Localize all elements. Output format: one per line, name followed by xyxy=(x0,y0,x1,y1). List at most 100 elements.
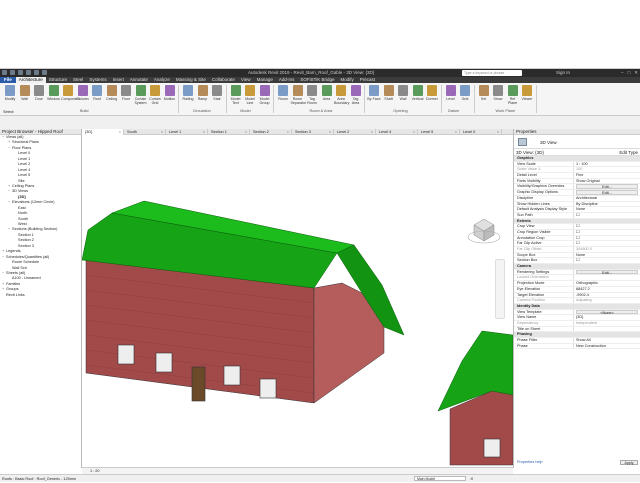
ribbon-button[interactable]: Wall xyxy=(396,85,410,101)
ribbon-button[interactable]: Floor xyxy=(119,85,133,101)
ribbon-button[interactable]: Window xyxy=(47,85,61,101)
sign-in-link[interactable]: Sign In xyxy=(556,70,570,75)
property-edit-button[interactable]: Edit... xyxy=(576,184,638,189)
app-menu-icon[interactable] xyxy=(2,70,7,75)
save-icon[interactable] xyxy=(18,70,23,75)
ribbon-button[interactable]: Model Group xyxy=(258,85,272,105)
ribbon-button[interactable]: By Face xyxy=(367,85,381,101)
open-icon[interactable] xyxy=(10,70,15,75)
undo-icon[interactable] xyxy=(26,70,31,75)
property-value[interactable] xyxy=(574,327,640,332)
maximize-icon[interactable]: □ xyxy=(628,70,631,76)
ribbon-button[interactable]: Dormer xyxy=(425,85,439,101)
ribbon-button[interactable]: Viewer xyxy=(520,85,534,101)
tree-node-label: Revit Links xyxy=(5,292,25,297)
property-value[interactable]: ☐ xyxy=(574,236,640,241)
property-value[interactable]: 100 xyxy=(574,167,640,172)
property-value[interactable]: Adjusting xyxy=(574,298,640,303)
navigation-bar[interactable] xyxy=(495,259,505,319)
tree-node-label: Level 5 xyxy=(17,173,31,178)
minimize-icon[interactable]: – xyxy=(621,70,624,76)
ribbon-button[interactable]: Railing xyxy=(181,85,195,101)
ribbon-button[interactable]: Grid xyxy=(458,85,472,101)
property-value[interactable]: ☐ xyxy=(574,241,640,246)
property-value[interactable]: ☐ xyxy=(574,224,640,229)
ribbon-button[interactable]: Roof xyxy=(90,85,104,101)
ribbon-button[interactable]: Area xyxy=(320,85,334,101)
tree-node-label: East xyxy=(17,205,26,210)
property-row[interactable]: Phase New Construction xyxy=(514,343,640,350)
property-value[interactable]: Independent xyxy=(574,321,640,326)
close-icon[interactable]: ✕ xyxy=(634,70,638,76)
property-value[interactable]: Orthographic xyxy=(574,281,640,286)
ribbon-button[interactable]: Shaft xyxy=(382,85,396,101)
workset-selector[interactable]: Main Model xyxy=(414,476,466,481)
edit-type-button[interactable]: Edit Type xyxy=(619,149,638,156)
ribbon-button[interactable]: Wall xyxy=(18,85,32,101)
ribbon-button[interactable]: Stair xyxy=(210,85,224,101)
ribbon-button[interactable]: Ref Plane xyxy=(506,85,520,105)
ribbon-button[interactable]: Area Boundary xyxy=(334,85,349,105)
property-value[interactable]: None xyxy=(574,253,640,258)
ribbon-button[interactable]: Room Separator xyxy=(291,85,306,105)
ribbon-tool-icon xyxy=(507,85,518,96)
print-icon[interactable] xyxy=(42,70,47,75)
select-dropdown[interactable]: Select xyxy=(3,110,14,114)
ribbon-button[interactable]: Vertical xyxy=(411,85,425,101)
property-value[interactable]: Show Original xyxy=(574,179,640,184)
view-scale[interactable]: 1 : 20 xyxy=(82,469,100,473)
property-value[interactable]: None xyxy=(574,207,640,212)
redo-icon[interactable] xyxy=(34,70,39,75)
property-edit-button[interactable]: Edit... xyxy=(576,269,638,275)
property-value[interactable]: Show All xyxy=(574,338,640,343)
property-value[interactable]: 1 : 100 xyxy=(574,162,640,167)
ribbon-button[interactable]: Door xyxy=(32,85,46,101)
property-value[interactable]: 304800.0 xyxy=(574,247,640,252)
property-edit-button[interactable]: <None> xyxy=(576,309,638,314)
ribbon-button[interactable]: Model Line xyxy=(243,85,257,105)
ribbon-button-label: Room xyxy=(278,97,288,101)
panel-separator xyxy=(535,85,537,113)
view-tab-label: Section 1 xyxy=(211,130,227,134)
ribbon-button-label: Show xyxy=(493,97,503,101)
ribbon-button[interactable]: Ramp xyxy=(196,85,210,101)
ribbon-button[interactable]: Modify xyxy=(3,85,17,101)
property-name: Target Elevation xyxy=(514,292,574,298)
property-edit-button[interactable]: Edit... xyxy=(576,190,638,195)
ribbon-button[interactable]: Model Text xyxy=(229,85,243,105)
ribbon-button[interactable]: Curtain System xyxy=(134,85,148,105)
property-value[interactable]: ☐ xyxy=(574,258,640,263)
ribbon-button[interactable]: Set xyxy=(477,85,491,101)
ribbon-button[interactable]: Room xyxy=(276,85,290,101)
ribbon-button[interactable]: Level xyxy=(444,85,458,101)
tree-node-label: North xyxy=(17,211,28,216)
property-value[interactable]: New Construction xyxy=(574,344,640,349)
search-input[interactable]: Type a keyword or phrase xyxy=(462,70,522,76)
ribbon-button[interactable]: Tag Room xyxy=(305,85,319,105)
property-value[interactable] xyxy=(574,275,640,280)
properties-help-link[interactable]: Properties help xyxy=(517,460,543,464)
instance-filter[interactable]: 3D View: {3D} Edit Type xyxy=(514,149,640,156)
property-value[interactable]: {3D} xyxy=(574,315,640,320)
property-value[interactable]: By Discipline xyxy=(574,202,640,207)
ribbon-button[interactable]: Column xyxy=(76,85,90,101)
ribbon-button[interactable]: Component xyxy=(61,85,80,101)
property-value[interactable]: ☐ xyxy=(574,230,640,235)
ribbon-button[interactable]: Tag Area xyxy=(349,85,363,105)
property-value[interactable]: Architectural xyxy=(574,196,640,201)
property-value[interactable]: Fine xyxy=(574,173,640,178)
3d-viewport[interactable] xyxy=(81,135,514,467)
property-value[interactable]: 68427.2 xyxy=(574,287,640,292)
ribbon-button[interactable]: Mullion xyxy=(163,85,177,101)
ribbon-button[interactable]: Show xyxy=(491,85,505,101)
property-value[interactable]: ☐ xyxy=(574,213,640,218)
tree-node[interactable]: Revit Links xyxy=(0,293,81,298)
property-value[interactable]: -9902.4 xyxy=(574,293,640,298)
type-selector[interactable]: 3D View xyxy=(514,135,640,149)
view-tab-label: Level 2 xyxy=(337,130,350,134)
ribbon-button[interactable]: Curtain Grid xyxy=(148,85,162,105)
panel-separator xyxy=(473,85,475,113)
apply-button[interactable]: Apply xyxy=(620,460,638,465)
ribbon-button[interactable]: Ceiling xyxy=(105,85,119,101)
window-5 xyxy=(483,438,501,458)
